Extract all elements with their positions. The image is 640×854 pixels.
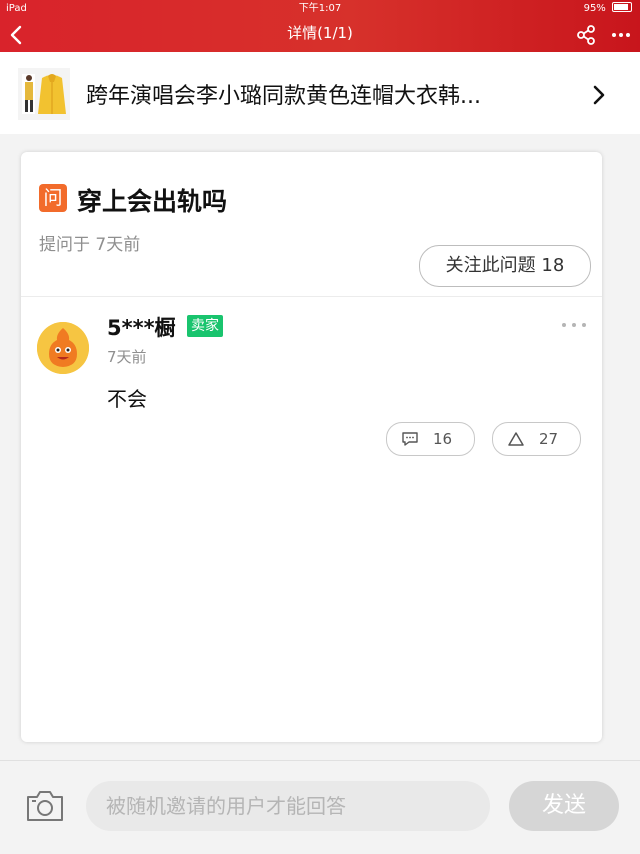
answer-text: 不会	[107, 387, 147, 411]
share-icon[interactable]	[575, 24, 597, 46]
chevron-right-icon[interactable]	[588, 82, 610, 108]
question-icon: 问	[39, 184, 67, 212]
like-count: 27	[539, 430, 559, 448]
status-bar: iPad 下午1:07 95%	[0, 0, 640, 18]
answer-time: 7天前	[107, 348, 147, 366]
comment-count: 16	[433, 430, 453, 448]
answer-input[interactable]	[86, 781, 490, 831]
camera-icon[interactable]	[24, 788, 66, 824]
divider	[21, 296, 602, 297]
battery-text: 95%	[583, 3, 606, 14]
battery-status: 95%	[584, 0, 632, 18]
product-thumbnail	[18, 68, 70, 120]
answer-more-icon[interactable]	[561, 320, 587, 330]
question-card: 问 穿上会出轨吗 提问于 7天前 关注此问题 18 5***橱 卖家 7天前 不…	[21, 152, 602, 742]
more-icon[interactable]	[610, 24, 632, 46]
avatar[interactable]	[37, 322, 89, 374]
question-text: 穿上会出轨吗	[77, 187, 228, 216]
battery-icon	[612, 2, 632, 12]
answer-username[interactable]: 5***橱	[107, 312, 176, 342]
page-title: 详情(1/1)	[287, 24, 353, 42]
product-title: 跨年演唱会李小璐同款黄色连帽大衣韩...	[86, 84, 481, 109]
seller-badge: 卖家	[187, 315, 223, 337]
asked-time: 提问于 7天前	[39, 235, 141, 255]
status-time: 下午1:07	[298, 3, 342, 14]
product-header[interactable]: 跨年演唱会李小璐同款黄色连帽大衣韩...	[0, 52, 640, 134]
answer-composer: 发送	[0, 760, 640, 854]
send-button[interactable]: 发送	[509, 781, 619, 831]
comment-icon	[402, 432, 418, 446]
top-bar: iPad 下午1:07 95% 详情(1/1)	[0, 0, 640, 52]
follow-question-button[interactable]: 关注此问题 18	[419, 245, 591, 287]
comment-button[interactable]: 16	[386, 422, 475, 456]
like-button[interactable]: 27	[492, 422, 581, 456]
thumbs-up-icon	[508, 432, 524, 446]
avatar-icon	[37, 322, 89, 374]
